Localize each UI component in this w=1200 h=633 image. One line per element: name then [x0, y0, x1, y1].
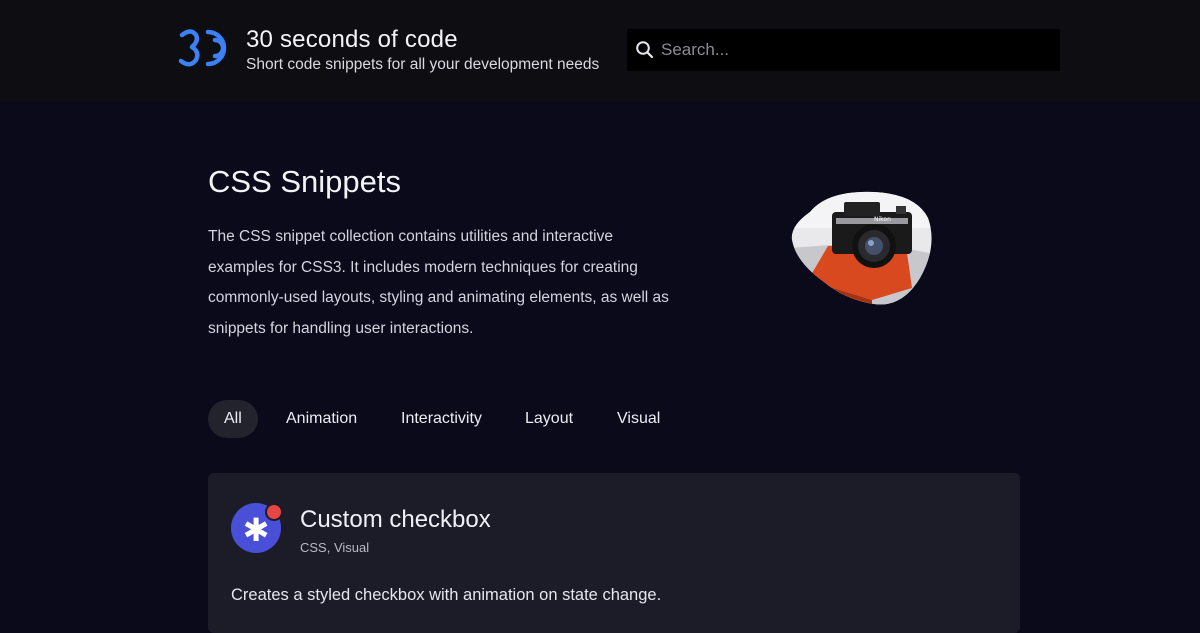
filter-animation[interactable]: Animation	[286, 400, 357, 438]
page-title: CSS Snippets	[208, 164, 401, 199]
new-badge-icon	[265, 503, 283, 521]
site-title[interactable]: 30 seconds of code	[246, 26, 458, 54]
svg-text:Nikon: Nikon	[874, 216, 891, 223]
30-seconds-logo-icon	[178, 29, 227, 67]
snippet-card[interactable]: ✱ Custom checkbox CSS, Visual Creates a …	[208, 473, 1020, 633]
top-bar: 30 seconds of code Short code snippets f…	[0, 0, 1200, 102]
search-box[interactable]	[627, 29, 1060, 71]
logo-link[interactable]	[178, 26, 230, 70]
camera-photo-icon: Nikon	[791, 191, 932, 305]
search-input[interactable]	[661, 29, 1051, 71]
filter-interactivity[interactable]: Interactivity	[401, 400, 482, 438]
search-icon	[636, 41, 654, 59]
hero-image: Nikon	[788, 188, 934, 308]
site-subtitle: Short code snippets for all your develop…	[246, 56, 600, 73]
page-description: The CSS snippet collection contains util…	[208, 228, 669, 337]
filter-visual[interactable]: Visual	[617, 400, 660, 438]
filter-layout[interactable]: Layout	[525, 400, 573, 438]
snippet-description: Creates a styled checkbox with animation…	[231, 586, 662, 604]
snippet-tags: CSS, Visual	[300, 540, 370, 555]
snippet-title[interactable]: Custom checkbox	[300, 506, 491, 534]
filter-all[interactable]: All	[208, 400, 258, 438]
